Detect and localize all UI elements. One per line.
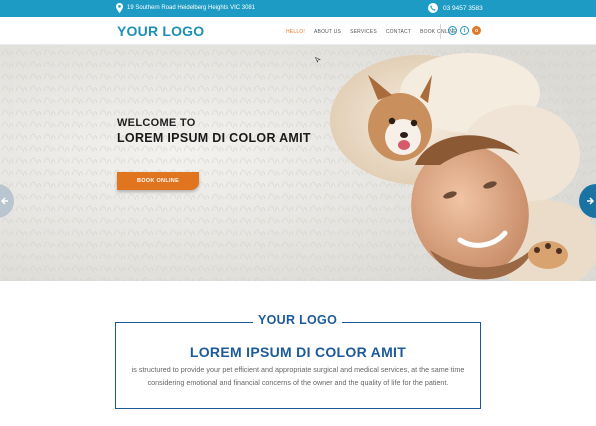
book-online-button[interactable]: BOOK ONLINE: [117, 172, 199, 190]
mouse-cursor-icon: [315, 57, 321, 63]
twitter-icon[interactable]: t: [460, 26, 469, 35]
hero-welcome: WELCOME TO: [117, 117, 196, 129]
nav-divider: [440, 24, 441, 39]
phone-icon: [428, 3, 438, 13]
nav-item-services[interactable]: SERVICES: [350, 29, 377, 35]
main-nav: HELLO! ABOUT US SERVICES CONTACT BOOK ON…: [286, 29, 457, 35]
instagram-icon[interactable]: o: [472, 26, 481, 35]
address-text: 19 Southern Road Heidelberg Heights VIC …: [127, 5, 256, 11]
site-logo[interactable]: YOUR LOGO: [117, 23, 204, 39]
social-links: f t o: [448, 26, 481, 35]
phone-block[interactable]: 03 9457 3583: [428, 3, 483, 13]
location-pin-icon: [116, 3, 123, 13]
hero-photo-man-with-dog: [0, 45, 596, 281]
hero-title: LOREM IPSUM DI COLOR AMIT: [117, 131, 311, 145]
phone-number[interactable]: 03 9457 3583: [443, 5, 483, 12]
intro-title: LOREM IPSUM DI COLOR AMIT: [189, 344, 407, 360]
nav-item-about-us[interactable]: ABOUT US: [314, 29, 341, 35]
intro-text: is structured to provide your pet effici…: [131, 365, 465, 387]
intro-logo: YOUR LOGO: [253, 313, 343, 327]
site-header: YOUR LOGO HELLO! ABOUT US SERVICES CONTA…: [0, 17, 596, 45]
nav-item-hello[interactable]: HELLO!: [286, 29, 305, 35]
arrow-right-icon: [587, 197, 594, 205]
top-info-bar: 19 Southern Road Heidelberg Heights VIC …: [0, 0, 596, 17]
arrow-left-icon: [1, 197, 8, 205]
hero-slider: [0, 45, 596, 281]
nav-item-contact[interactable]: CONTACT: [386, 29, 411, 35]
address-block: 19 Southern Road Heidelberg Heights VIC …: [116, 3, 255, 13]
facebook-icon[interactable]: f: [448, 26, 457, 35]
